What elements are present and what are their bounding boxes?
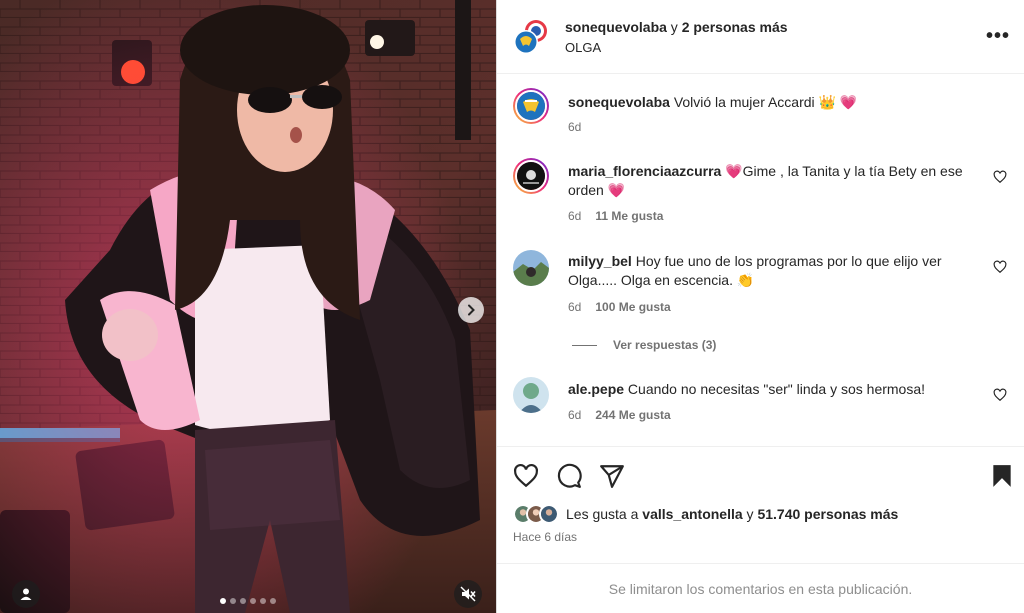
likes-connector: y [742, 506, 758, 522]
avatar-image [517, 162, 545, 190]
post-details-panel: sonequevolaba y 2 personas más OLGA ••• … [496, 0, 1024, 613]
comment-time[interactable]: 6d [568, 300, 581, 314]
author-logo-icon [517, 92, 545, 120]
replies-divider [572, 344, 597, 346]
next-media-button[interactable] [458, 297, 484, 323]
comment-bubble-icon[interactable] [556, 463, 582, 489]
comment-time[interactable]: 6d [568, 408, 581, 422]
comment-time[interactable]: 6d [568, 120, 581, 134]
carousel-dot [240, 598, 246, 604]
carousel-dot [260, 598, 266, 604]
comments-limited-notice: Se limitaron los comentarios en esta pub… [497, 563, 1024, 613]
post-actions [497, 446, 1024, 506]
comment-text: Cuando no necesitas "ser" linda y sos he… [627, 381, 926, 397]
post-header: sonequevolaba y 2 personas más OLGA ••• [497, 0, 1024, 74]
view-replies-label: Ver respuestas (3) [613, 338, 717, 352]
header-connector: y [666, 18, 682, 35]
mute-toggle-button[interactable] [454, 580, 482, 608]
comment-avatar[interactable] [513, 377, 549, 413]
video-frame [0, 0, 496, 613]
author-avatar[interactable] [513, 19, 549, 55]
avatar-image [513, 377, 549, 413]
likes-summary[interactable]: Les gusta a valls_antonella y 51.740 per… [513, 504, 898, 524]
comment-username[interactable]: ale.pepe [568, 381, 624, 397]
comments-list: sonequevolaba Volvió la mujer Accardi 👑 … [497, 75, 1024, 445]
saved-bookmark-icon[interactable] [989, 463, 1015, 489]
post-time[interactable]: Hace 6 días [513, 530, 577, 544]
liker-avatar [539, 504, 559, 524]
more-options-button[interactable]: ••• [986, 26, 1010, 46]
comment-likes[interactable]: 100 Me gusta [595, 300, 670, 314]
collab-avatars [514, 19, 547, 54]
comment-username[interactable]: sonequevolaba [568, 94, 670, 110]
comment-avatar[interactable] [513, 250, 549, 286]
comment-username[interactable]: maria_florenciaazcurra [568, 163, 721, 179]
like-comment-heart-icon[interactable] [993, 260, 1007, 274]
comment-time[interactable]: 6d [568, 209, 581, 223]
comment-avatar[interactable] [513, 158, 549, 194]
post-subtitle[interactable]: OLGA [565, 40, 788, 55]
post-media[interactable] [0, 0, 496, 613]
liker-username[interactable]: valls_antonella [642, 506, 742, 522]
carousel-dot [230, 598, 236, 604]
likes-count[interactable]: 51.740 personas más [757, 506, 898, 522]
avatar-image [513, 250, 549, 286]
like-comment-heart-icon[interactable] [993, 388, 1007, 402]
carousel-indicator [0, 598, 496, 604]
comment-likes[interactable]: 244 Me gusta [595, 408, 670, 422]
speaker-muted-icon [460, 586, 476, 602]
comment-likes[interactable]: 11 Me gusta [595, 209, 663, 223]
collaborators-link[interactable]: 2 personas más [682, 19, 788, 35]
carousel-dot [250, 598, 256, 604]
like-heart-icon[interactable] [513, 463, 539, 489]
like-comment-heart-icon[interactable] [993, 170, 1007, 184]
carousel-dot [220, 598, 226, 604]
carousel-dot [270, 598, 276, 604]
comment-avatar[interactable] [513, 88, 549, 124]
author-username[interactable]: sonequevolaba [565, 19, 667, 35]
view-replies-button[interactable]: Ver respuestas (3) [572, 338, 716, 352]
share-paper-plane-icon[interactable] [599, 463, 625, 489]
comment-username[interactable]: milyy_bel [568, 253, 632, 269]
chevron-right-icon [468, 304, 475, 316]
likes-prefix: Les gusta a [566, 506, 643, 522]
comment-text: Volvió la mujer Accardi 👑 💗 [673, 94, 858, 110]
